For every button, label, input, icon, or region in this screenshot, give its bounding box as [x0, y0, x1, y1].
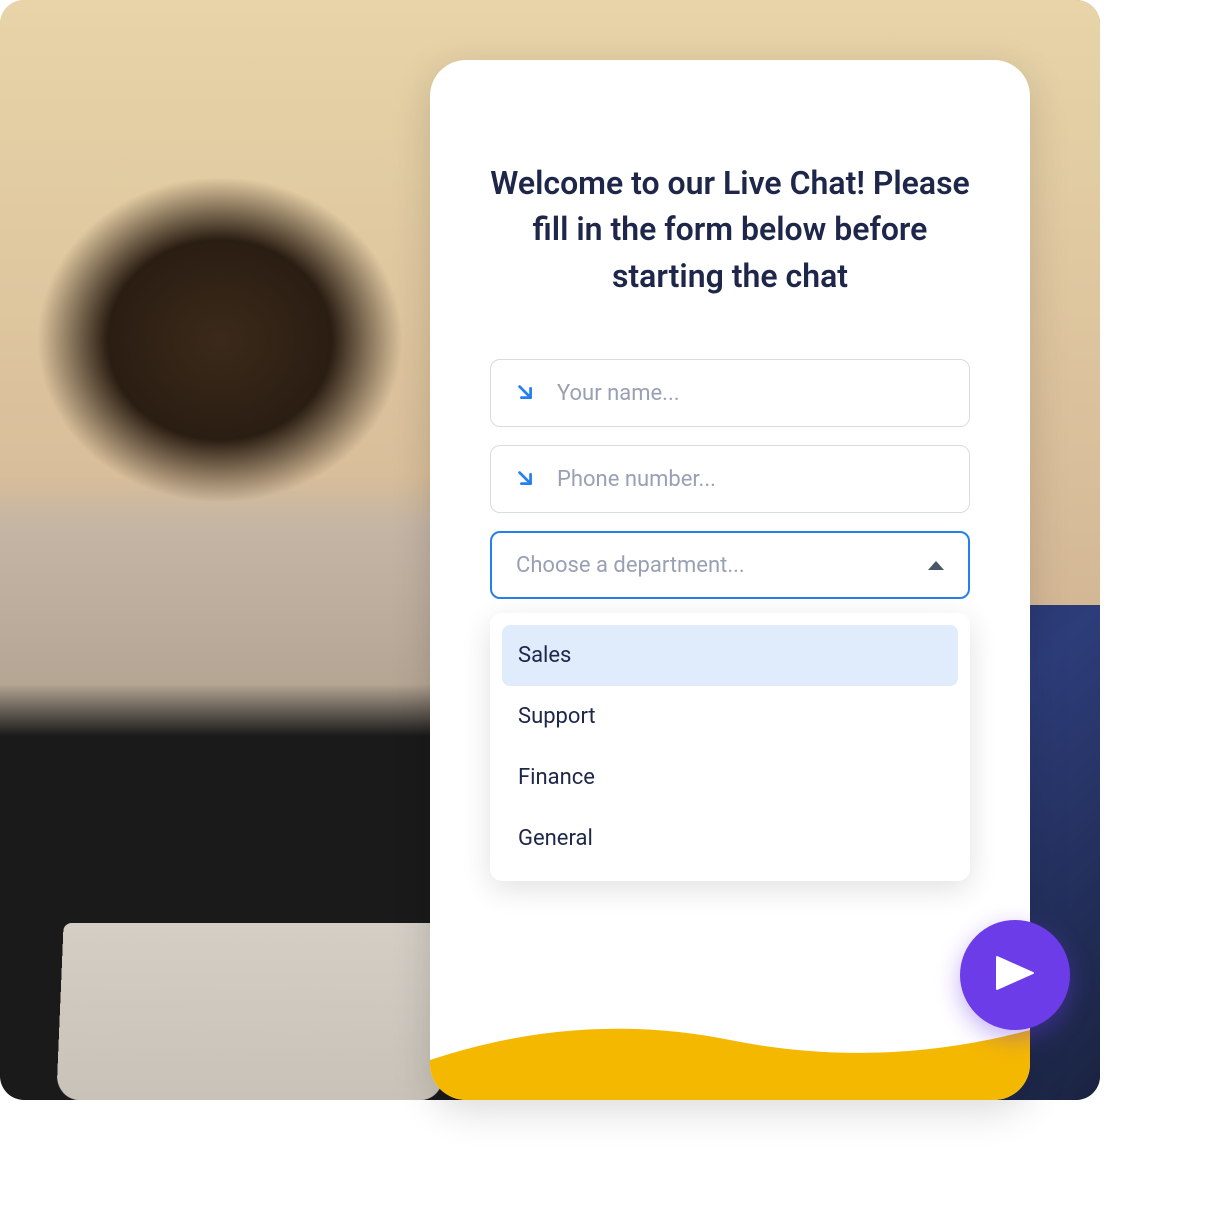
phone-placeholder: Phone number... — [557, 467, 945, 492]
chevron-up-icon — [928, 561, 944, 570]
name-placeholder: Your name... — [557, 381, 945, 406]
arrow-down-right-icon — [515, 468, 537, 490]
chat-header: Welcome to our Live Chat! Please fill in… — [430, 60, 1030, 359]
department-select[interactable]: Choose a department... — [490, 531, 970, 599]
arrow-down-right-icon — [515, 382, 537, 404]
dropdown-item-finance[interactable]: Finance — [502, 747, 958, 808]
send-button[interactable] — [960, 920, 1070, 1030]
name-input[interactable]: Your name... — [490, 359, 970, 427]
department-placeholder: Choose a department... — [516, 553, 745, 578]
form-container: Your name... Phone number... Choose a de… — [430, 359, 1030, 881]
department-dropdown: Sales Support Finance General — [490, 613, 970, 881]
laptop-photo — [56, 923, 444, 1100]
phone-input[interactable]: Phone number... — [490, 445, 970, 513]
chat-form-card: Welcome to our Live Chat! Please fill in… — [430, 60, 1030, 1100]
chat-title: Welcome to our Live Chat! Please fill in… — [490, 160, 970, 299]
dropdown-item-support[interactable]: Support — [502, 686, 958, 747]
send-icon — [991, 949, 1039, 1001]
wave-decoration — [430, 1000, 1030, 1100]
dropdown-item-sales[interactable]: Sales — [502, 625, 958, 686]
dropdown-item-general[interactable]: General — [502, 808, 958, 869]
